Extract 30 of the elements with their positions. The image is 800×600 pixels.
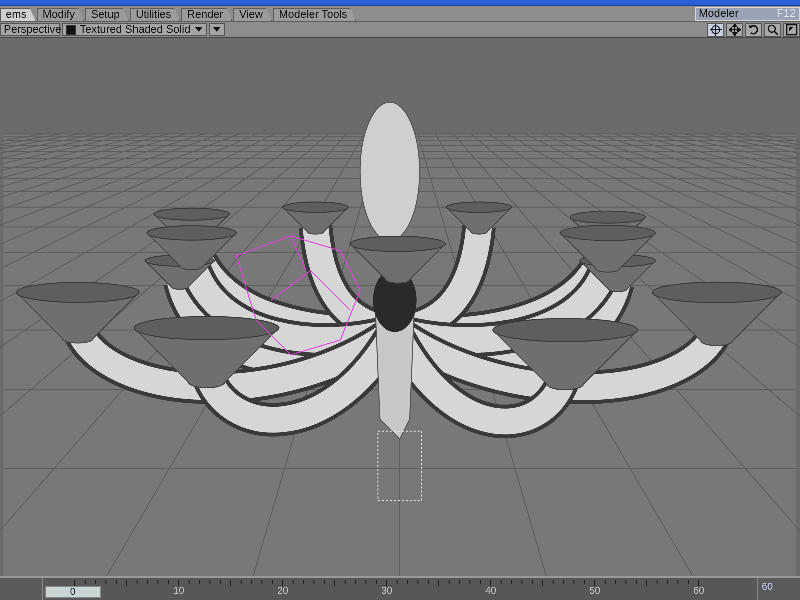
tab[interactable]: ems (0, 8, 36, 21)
tab[interactable]: Render (181, 8, 232, 21)
caret-icon (212, 27, 221, 32)
frame-label: 20 (277, 586, 289, 597)
render-mode-dropdown[interactable]: Textured Shaded Solid (62, 23, 207, 36)
frame-label: 10 (173, 586, 185, 597)
viewport[interactable] (0, 38, 800, 576)
tab[interactable]: Utilities (130, 8, 180, 21)
tab[interactable]: Setup (85, 8, 129, 21)
frame-label: 50 (589, 586, 601, 597)
modeler-button[interactable]: Modeler F12 (695, 7, 800, 21)
timeline-side-panel (0, 578, 42, 600)
frame-slider-handle[interactable]: 0 (45, 586, 101, 598)
tab[interactable]: View (233, 8, 272, 21)
tab[interactable]: Modeler Tools (273, 8, 356, 21)
frame-label: 40 (485, 586, 497, 597)
options-dropdown[interactable] (208, 23, 225, 36)
end-frame-field[interactable]: 60 (758, 578, 800, 600)
frame-label: 60 (693, 586, 705, 597)
texture-icon (66, 24, 76, 34)
timeline-track[interactable]: 0 10 20 30 40 50 60 (42, 578, 758, 600)
center-icon[interactable] (707, 22, 724, 36)
caret-icon (194, 27, 203, 32)
maximize-icon[interactable] (783, 22, 800, 36)
rotate-icon[interactable] (745, 22, 762, 36)
frame-label: 30 (381, 586, 393, 597)
move-icon[interactable] (726, 22, 743, 36)
tab[interactable]: Modify (36, 8, 84, 21)
zoom-icon[interactable] (764, 22, 781, 36)
view-mode-dropdown[interactable]: Perspective (0, 23, 60, 36)
